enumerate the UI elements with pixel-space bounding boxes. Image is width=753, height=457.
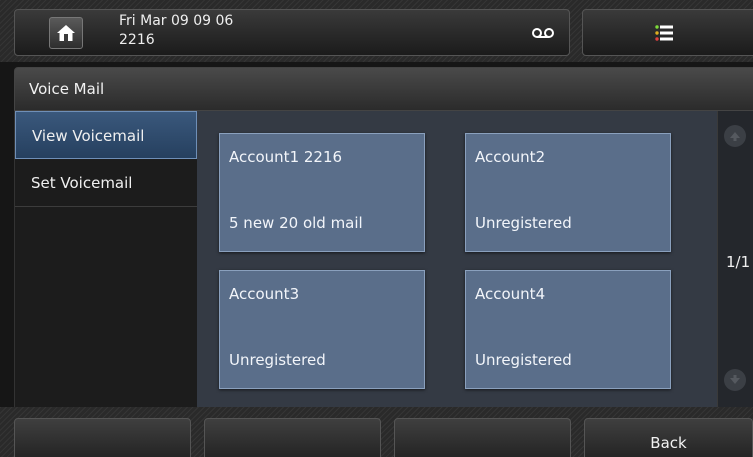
home-icon xyxy=(57,25,75,41)
sidebar-item-set-voicemail[interactable]: Set Voicemail xyxy=(15,159,197,207)
page-up-button[interactable] xyxy=(724,125,746,147)
softkey-bar: Back xyxy=(0,407,753,457)
menu-button[interactable] xyxy=(582,9,753,56)
status-bar: Fri Mar 09 09 06 2216 xyxy=(0,0,753,62)
sidebar-item-label: Set Voicemail xyxy=(31,174,133,192)
back-button[interactable]: Back xyxy=(584,418,753,457)
account-name: Account2 xyxy=(475,148,546,166)
date-text: Fri Mar 09 09 06 xyxy=(119,13,234,29)
title-bar: Voice Mail xyxy=(14,67,753,111)
softkey-3[interactable] xyxy=(394,418,571,457)
datetime: Fri Mar 09 09 06 2216 xyxy=(119,12,233,50)
page-indicator: 1/1 xyxy=(726,253,751,271)
arrow-up-icon xyxy=(730,132,740,141)
account-name: Account4 xyxy=(475,285,546,303)
sidebar: View Voicemail Set Voicemail xyxy=(14,111,197,407)
account-card-4[interactable]: Account4 Unregistered xyxy=(465,270,671,389)
softkey-2[interactable] xyxy=(204,418,381,457)
account-status: Unregistered xyxy=(475,214,572,232)
page-title: Voice Mail xyxy=(29,80,105,98)
arrow-down-icon xyxy=(730,375,740,384)
status-panel: Fri Mar 09 09 06 2216 xyxy=(14,9,570,56)
account-name: Account3 xyxy=(229,285,300,303)
menu-list-icon xyxy=(655,25,673,41)
home-button[interactable] xyxy=(49,17,83,49)
account-card-1[interactable]: Account1 2216 5 new 20 old mail xyxy=(219,133,425,252)
account-status: Unregistered xyxy=(229,351,326,369)
account-status: 5 new 20 old mail xyxy=(229,214,363,232)
page-down-button[interactable] xyxy=(724,369,746,391)
sidebar-item-view-voicemail[interactable]: View Voicemail xyxy=(15,111,197,159)
account-status: Unregistered xyxy=(475,351,572,369)
pager-column: 1/1 xyxy=(717,111,753,407)
account-card-2[interactable]: Account2 Unregistered xyxy=(465,133,671,252)
account-card-3[interactable]: Account3 Unregistered xyxy=(219,270,425,389)
voicemail-icon xyxy=(532,28,554,38)
extension-text: 2216 xyxy=(119,32,155,48)
softkey-1[interactable] xyxy=(14,418,191,457)
account-name: Account1 2216 xyxy=(229,148,343,166)
accounts-panel: Account1 2216 5 new 20 old mail Account2… xyxy=(197,111,717,407)
sidebar-item-label: View Voicemail xyxy=(32,127,145,145)
